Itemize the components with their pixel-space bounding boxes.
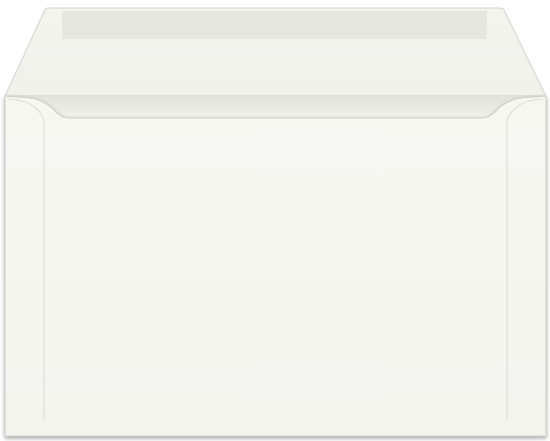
envelope-scene	[0, 0, 550, 441]
envelope-body	[4, 95, 547, 437]
envelope-pocket	[4, 95, 547, 437]
envelope-illustration	[4, 7, 547, 437]
envelope-flap	[4, 7, 547, 97]
flap-gum-band	[62, 11, 487, 39]
envelope-interior	[5, 96, 546, 120]
